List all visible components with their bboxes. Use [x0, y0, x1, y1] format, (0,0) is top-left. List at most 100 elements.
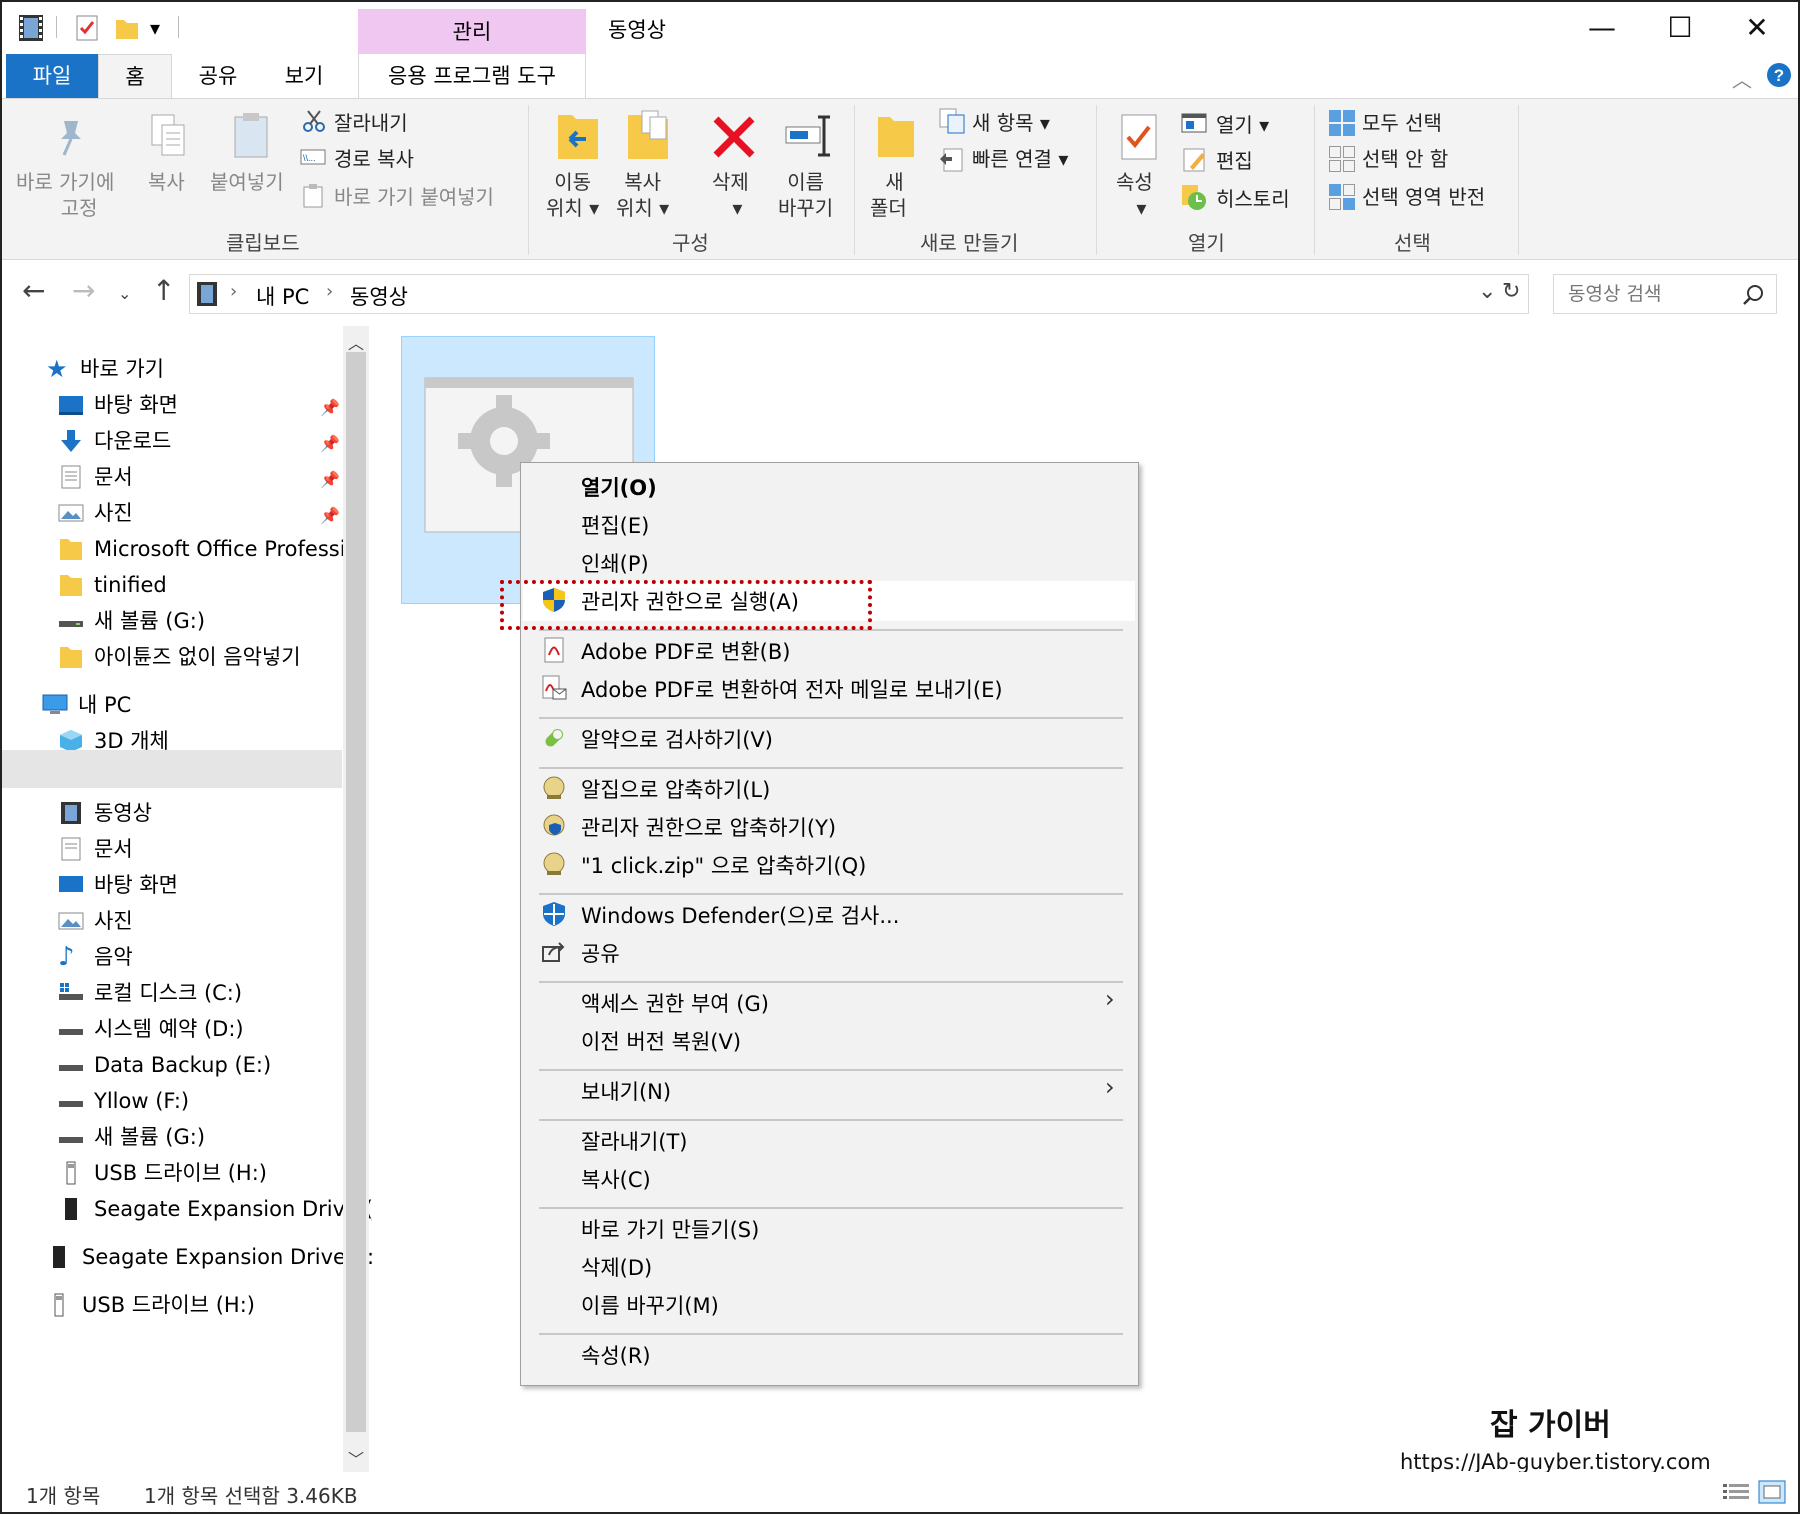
menu-give-access[interactable]: 액세스 권한 부여 (G) [581, 989, 769, 1019]
close-button[interactable]: ✕ [1722, 8, 1792, 48]
menu-convert-pdf[interactable]: Adobe PDF로 변환(B) [581, 637, 790, 667]
rename-icon [785, 115, 830, 157]
scroll-down-icon[interactable]: ﹀ [348, 1446, 364, 1470]
tab-share[interactable]: 공유 [188, 54, 248, 98]
collapse-ribbon-icon[interactable]: ︿ [1732, 64, 1752, 93]
menu-delete[interactable]: 삭제(D) [581, 1253, 652, 1283]
copy-to-icon [628, 110, 668, 159]
folder-icon [60, 647, 82, 668]
open-group-title: 열기 [1188, 231, 1225, 255]
minimize-button[interactable]: — [1567, 8, 1637, 48]
invert-selection-button[interactable]: 선택 영역 반전 [1362, 181, 1485, 210]
scroll-up-icon[interactable]: ︿ [348, 330, 364, 354]
new-folder-quick-icon[interactable] [114, 14, 140, 42]
alzip-icon [543, 776, 565, 799]
menu-copy[interactable]: 복사(C) [581, 1165, 651, 1195]
tab-home[interactable]: 홈 [98, 54, 172, 98]
menu-cut[interactable]: 잘라내기(T) [581, 1127, 688, 1157]
search-icon[interactable] [1742, 284, 1764, 306]
menu-compress-alzip[interactable]: 알집으로 압축하기(L) [581, 775, 770, 805]
windows-drive-icon [59, 983, 83, 1000]
nav-scroll-thumb[interactable] [346, 352, 366, 1432]
cut-button[interactable]: 잘라내기 [334, 107, 408, 136]
help-icon[interactable]: ? [1766, 62, 1792, 88]
select-none-button[interactable]: 선택 안 함 [1362, 143, 1448, 172]
pictures-icon [58, 912, 84, 930]
alzip-icon [543, 852, 565, 875]
menu-restore-versions[interactable]: 이전 버전 복원(V) [581, 1027, 741, 1057]
manage-context-tab[interactable]: 관리 [358, 9, 586, 56]
menu-edit[interactable]: 편집(E) [581, 511, 649, 541]
back-arrow-icon[interactable]: ← [22, 274, 45, 307]
menu-print[interactable]: 인쇄(P) [581, 549, 649, 579]
menu-share[interactable]: 공유 [581, 939, 620, 969]
rename-button[interactable]: 이름 바꾸기 [778, 169, 833, 221]
delete-button[interactable]: 삭제 ▾ [712, 169, 749, 221]
tab-application-tools[interactable]: 응용 프로그램 도구 [358, 54, 586, 98]
menu-create-shortcut[interactable]: 바로 가기 만들기(S) [581, 1215, 759, 1245]
paste-shortcut-button[interactable]: 바로 가기 붙여넣기 [334, 181, 494, 210]
folder-icon [60, 539, 82, 560]
drive-icon [59, 1101, 83, 1107]
submenu-arrow-icon: › [1105, 1073, 1115, 1101]
properties-button[interactable]: 속성 ▾ [1116, 169, 1153, 221]
large-icons-view-icon[interactable] [1758, 1480, 1786, 1504]
history-button[interactable]: 히스토리 [1216, 183, 1290, 212]
refresh-icon[interactable]: ↻ [1502, 279, 1520, 304]
pin-quick-access-button[interactable]: 바로 가기에 고정 [16, 169, 114, 221]
breadcrumb-this-pc[interactable]: 내 PC [256, 281, 309, 311]
recent-locations-icon[interactable]: ⌄ [118, 284, 131, 303]
copy-path-button[interactable]: 경로 복사 [334, 143, 414, 172]
menu-compress-admin[interactable]: 관리자 권한으로 압축하기(Y) [581, 813, 836, 843]
tab-view[interactable]: 보기 [274, 54, 334, 98]
menu-properties[interactable]: 속성(R) [581, 1341, 651, 1371]
menu-defender-scan[interactable]: Windows Defender(으)로 검사... [581, 901, 899, 931]
breadcrumb-videos[interactable]: 동영상 [350, 281, 408, 311]
new-folder-icon [878, 117, 914, 157]
address-row: ← → ⌄ ↑ › 내 PC › 동영상 ⌄ ↻ 동영상 검색 [2, 262, 1798, 326]
clipboard-group-title: 클립보드 [226, 231, 300, 255]
menu-rename[interactable]: 이름 바꾸기(M) [581, 1291, 719, 1321]
music-note-icon: ♪ [58, 942, 75, 972]
forward-arrow-icon[interactable]: → [72, 274, 95, 307]
pin-icon[interactable]: 📌 [320, 434, 340, 453]
edit-button[interactable]: 편집 [1216, 145, 1253, 174]
maximize-button[interactable]: ☐ [1645, 8, 1715, 48]
details-view-icon[interactable] [1722, 1482, 1750, 1502]
video-location-icon [197, 282, 217, 306]
pin-icon[interactable]: 📌 [320, 398, 340, 417]
ribbon-tabs: 파일 홈 공유 보기 응용 프로그램 도구 ︿ ? [2, 54, 1798, 98]
new-folder-button[interactable]: 새 폴더 [870, 169, 907, 221]
paste-button[interactable]: 붙여넣기 [210, 169, 284, 195]
customize-qat-icon[interactable]: ▾ [150, 16, 160, 40]
easy-access-button[interactable]: 빠른 연결 ▾ [972, 143, 1068, 172]
external-drive-icon [65, 1198, 77, 1220]
pin-icon[interactable]: 📌 [320, 470, 340, 489]
up-arrow-icon[interactable]: ↑ [152, 274, 175, 307]
select-all-button[interactable]: 모두 선택 [1362, 107, 1442, 136]
menu-send-to[interactable]: 보내기(N) [581, 1077, 671, 1107]
open-button[interactable]: 열기 ▾ [1216, 109, 1269, 138]
pdf-icon [544, 637, 564, 663]
copy-button[interactable]: 복사 [148, 169, 185, 195]
menu-convert-pdf-email[interactable]: Adobe PDF로 변환하여 전자 메일로 보내기(E) [581, 675, 1003, 705]
alyac-pill-icon [545, 728, 564, 747]
copy-path-icon: \\... [300, 149, 326, 165]
menu-scan-alyac[interactable]: 알약으로 검사하기(V) [581, 725, 773, 755]
usb-drive-icon [66, 1161, 76, 1185]
move-to-button[interactable]: 이동 위치 ▾ [546, 169, 599, 221]
desktop-icon [59, 396, 83, 415]
menu-open[interactable]: 열기(O) [581, 473, 657, 503]
selection-info: 1개 항목 선택함 3.46KB [144, 1484, 358, 1508]
pin-icon[interactable]: 📌 [320, 506, 340, 525]
tab-file[interactable]: 파일 [6, 54, 98, 98]
document-icon [61, 465, 81, 489]
address-bar[interactable]: › 내 PC › 동영상 ⌄ ↻ [189, 274, 1529, 314]
properties-check-icon[interactable] [74, 14, 100, 42]
copy-to-button[interactable]: 복사 위치 ▾ [616, 169, 669, 221]
pictures-icon [58, 504, 84, 522]
new-item-button[interactable]: 새 항목 ▾ [972, 107, 1050, 136]
address-dropdown-icon[interactable]: ⌄ [1478, 279, 1496, 304]
menu-compress-1click[interactable]: "1 click.zip" 으로 압축하기(Q) [581, 851, 866, 881]
item-count: 1개 항목 [26, 1484, 101, 1508]
